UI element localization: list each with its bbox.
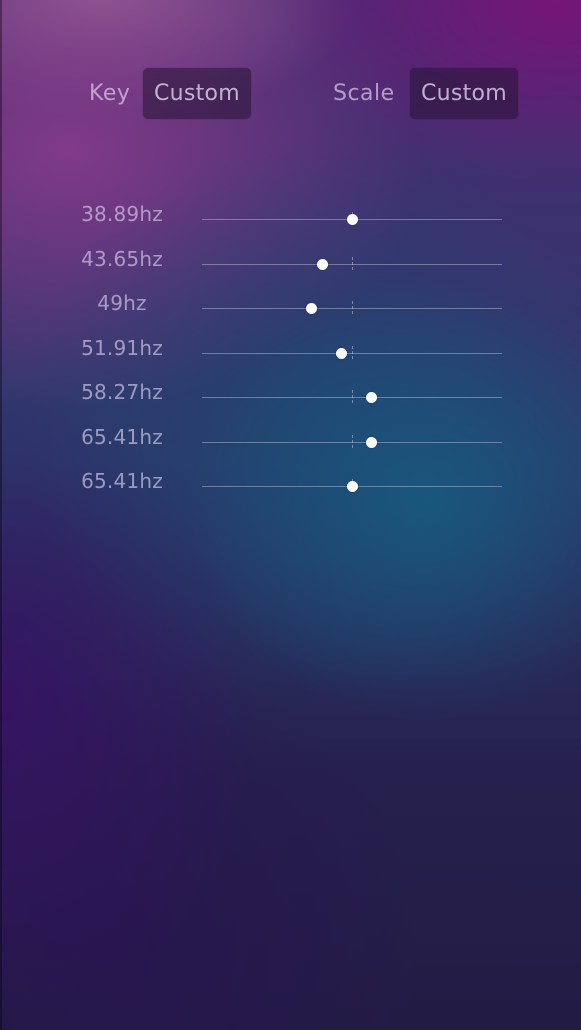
frequency-slider-row: 49hz [0, 287, 581, 332]
frequency-slider-thumb[interactable] [346, 481, 358, 492]
frequency-label: 49hz [97, 291, 147, 315]
center-tick [352, 390, 353, 405]
scale-select[interactable]: Custom [410, 68, 518, 119]
window-edge [0, 0, 2, 1030]
frequency-label: 38.89hz [81, 202, 163, 226]
center-tick [352, 434, 353, 450]
frequency-slider-track[interactable] [202, 390, 502, 405]
frequency-slider-track[interactable] [202, 434, 502, 450]
key-label: Key [89, 81, 131, 106]
frequency-slider-track[interactable] [202, 479, 502, 494]
frequency-slider-row: 43.65hz [0, 243, 581, 288]
frequency-slider-thumb[interactable] [366, 436, 377, 448]
center-tick [352, 301, 353, 316]
frequency-slider-track[interactable] [202, 256, 502, 272]
frequency-slider-track[interactable] [202, 212, 502, 227]
frequency-slider-thumb[interactable] [306, 303, 317, 314]
frequency-slider-thumb[interactable] [366, 392, 377, 403]
scale-label: Scale [333, 81, 395, 106]
frequency-label: 65.41hz [81, 469, 163, 493]
center-tick [352, 256, 353, 272]
center-tick [352, 345, 353, 361]
frequency-label: 65.41hz [81, 424, 163, 449]
key-select[interactable]: Custom [143, 68, 251, 119]
frequency-slider-row: 38.89hz [0, 198, 581, 243]
frequency-slider-track[interactable] [202, 301, 502, 316]
frequency-slider-thumb[interactable] [316, 258, 328, 270]
frequency-slider-thumb[interactable] [336, 347, 347, 359]
frequency-label: 51.91hz [81, 335, 163, 360]
frequency-slider-row: 51.91hz [0, 332, 581, 377]
frequency-slider-list: 38.89hz 43.65hz 49hz 51.91hz 58.27hz 65.… [0, 198, 581, 510]
frequency-slider-row: 58.27hz [0, 376, 581, 421]
frequency-slider-row: 65.41hz [0, 465, 581, 510]
frequency-slider-row: 65.41hz [0, 421, 581, 466]
frequency-label: 43.65hz [81, 246, 163, 271]
frequency-slider-track[interactable] [202, 345, 502, 361]
frequency-slider-thumb[interactable] [346, 214, 358, 225]
frequency-label: 58.27hz [81, 380, 163, 404]
